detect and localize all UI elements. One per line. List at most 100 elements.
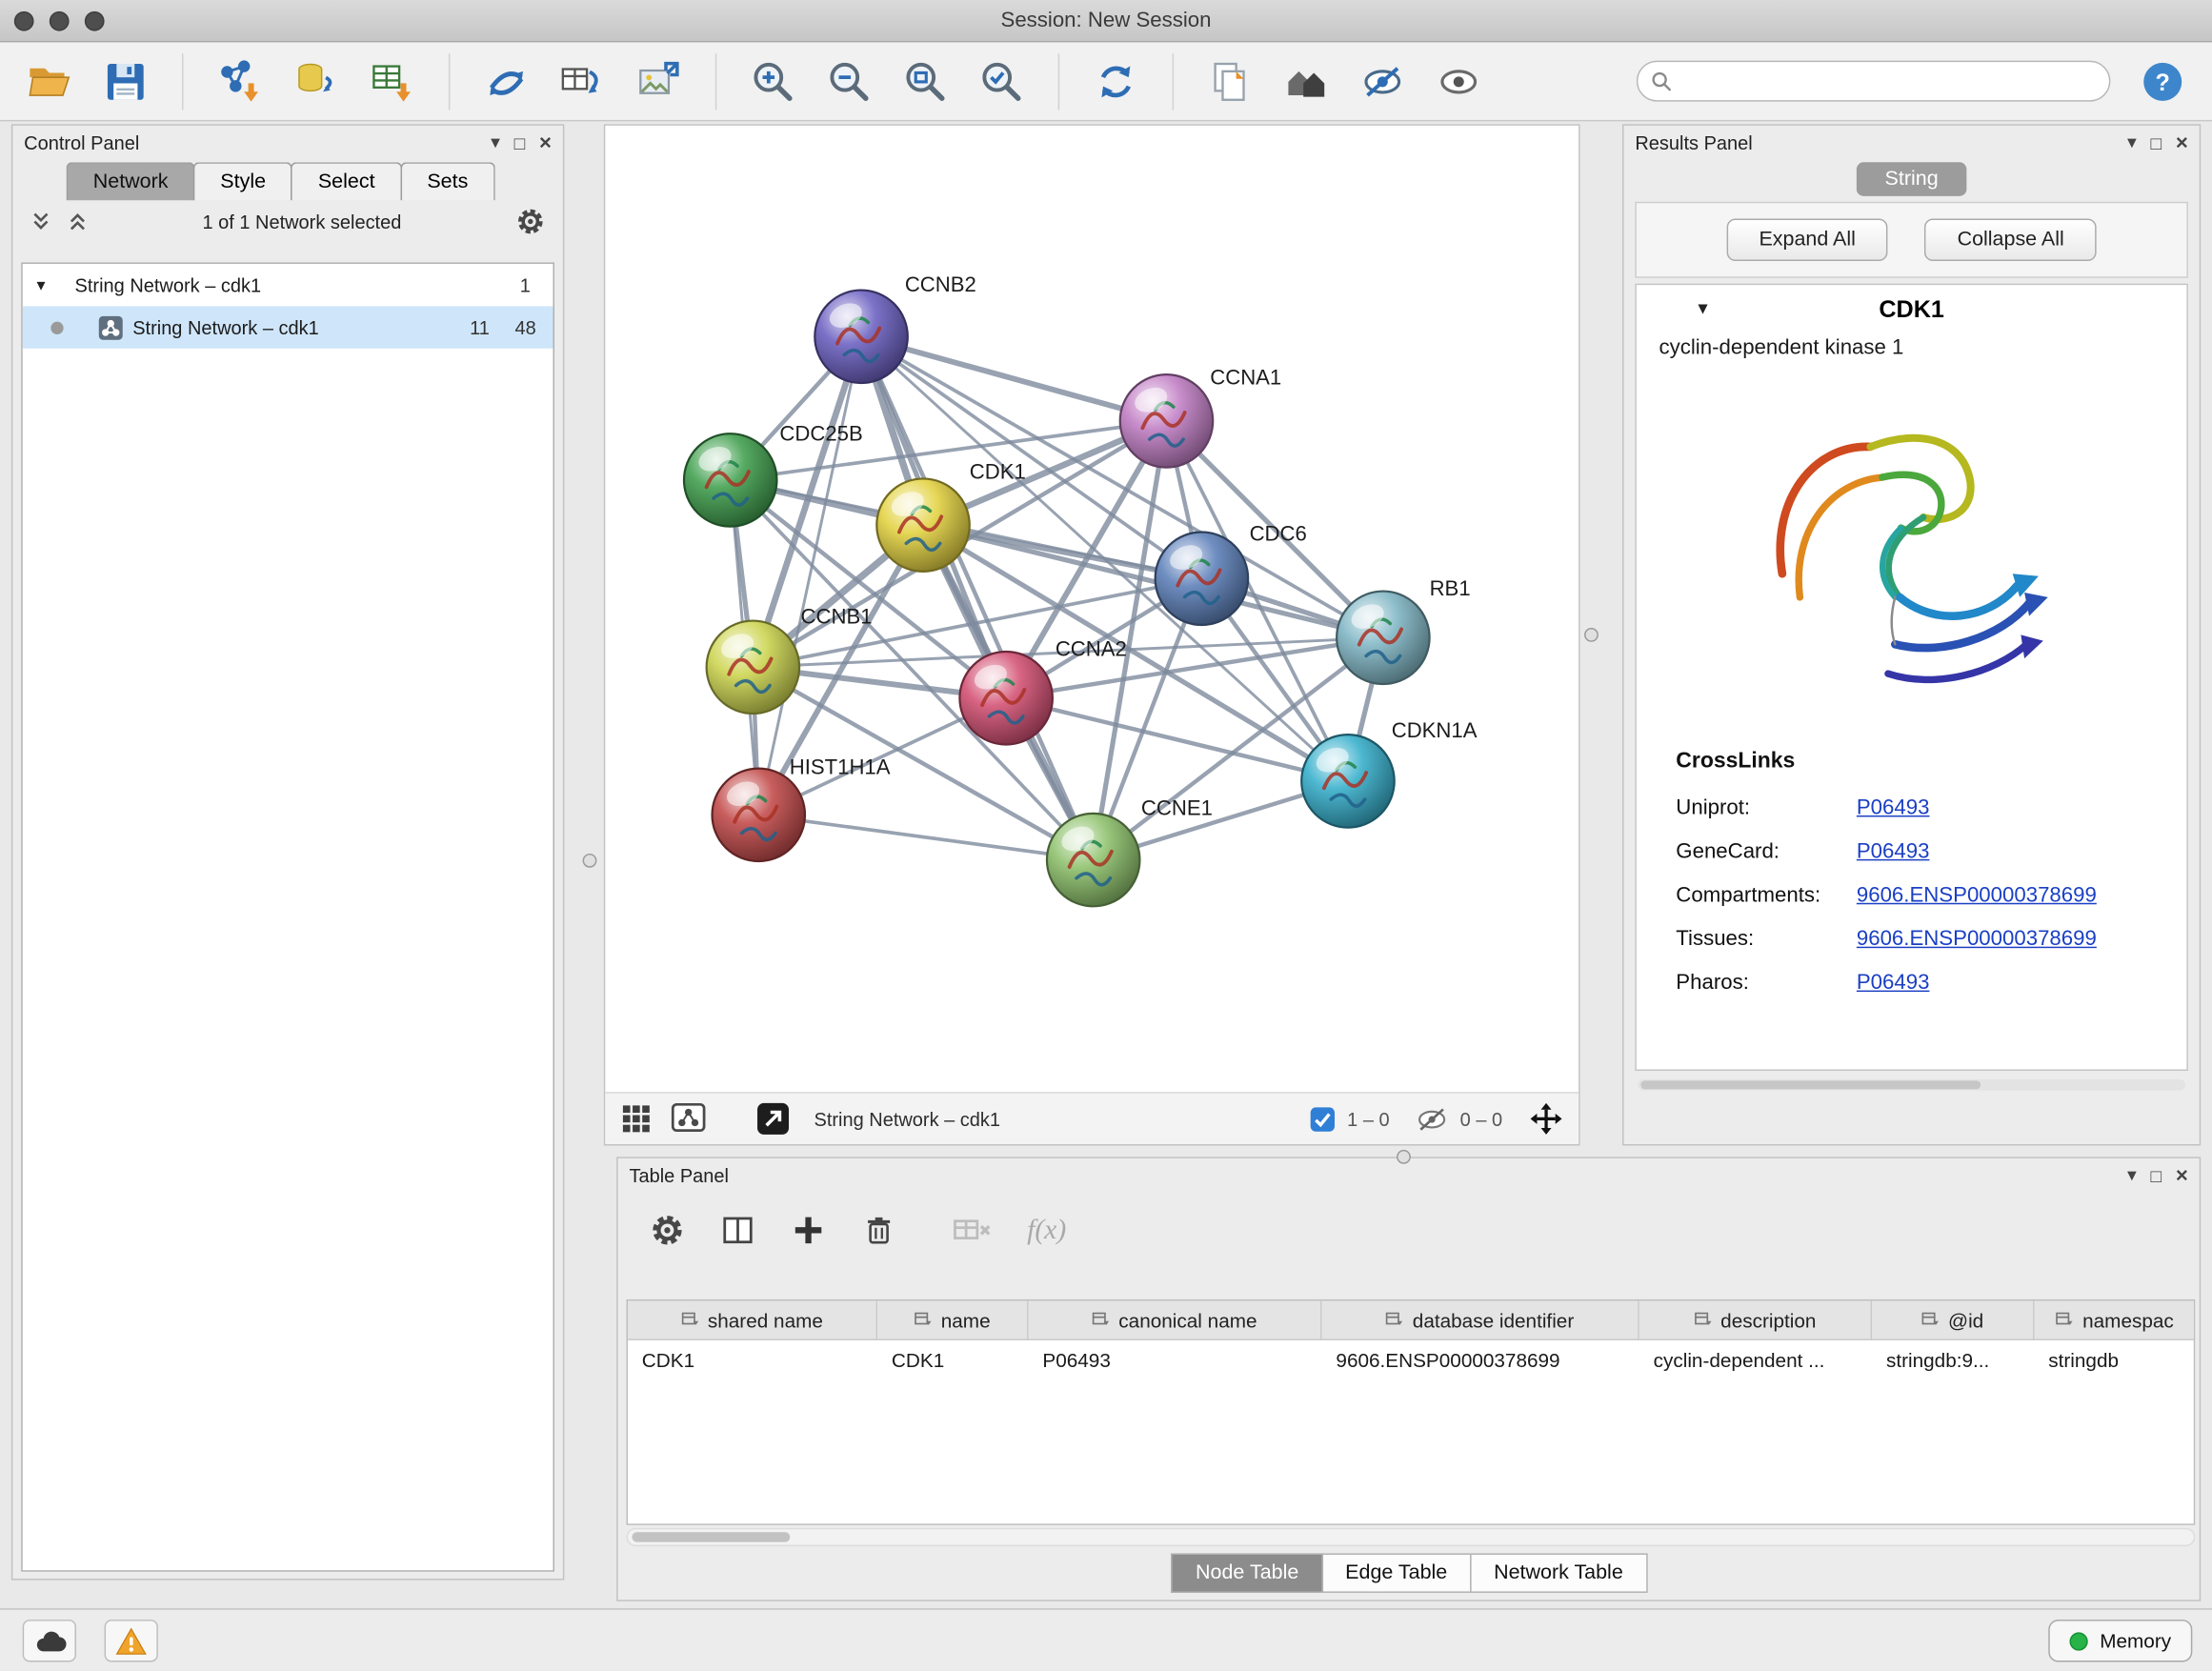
crosslink-row: Tissues: 9606.ENSP00000378699 bbox=[1676, 917, 2186, 961]
save-session-button[interactable] bbox=[93, 49, 158, 113]
show-columns-icon[interactable] bbox=[719, 1212, 756, 1249]
network-node-CCNA1[interactable]: CCNA1 bbox=[1120, 365, 1282, 467]
splitter-handle-right[interactable] bbox=[1584, 628, 1599, 642]
minimize-window-button[interactable] bbox=[50, 11, 70, 31]
selected-checkbox-icon[interactable] bbox=[1309, 1105, 1336, 1132]
import-network-file-button[interactable] bbox=[208, 49, 272, 113]
table-horizontal-scrollbar[interactable] bbox=[627, 1528, 2196, 1546]
gene-expander-icon[interactable]: ▾ bbox=[1699, 297, 1707, 317]
results-panel-title: Results Panel bbox=[1635, 131, 1752, 152]
hidden-eye-slash-icon[interactable] bbox=[1415, 1105, 1449, 1132]
column-header-icon bbox=[915, 1311, 933, 1329]
network-node-CDK1[interactable]: CDK1 bbox=[876, 459, 1025, 571]
expand-all-chevrons-icon[interactable] bbox=[30, 211, 52, 233]
network-edge[interactable] bbox=[861, 336, 1094, 859]
column-header[interactable]: name bbox=[877, 1300, 1028, 1339]
genecard-link[interactable]: P06493 bbox=[1857, 839, 1930, 863]
export-view-icon[interactable] bbox=[754, 1100, 792, 1137]
uniprot-link[interactable]: P06493 bbox=[1857, 795, 1930, 819]
float-panel-icon[interactable]: □ bbox=[2150, 131, 2162, 152]
table-row[interactable]: CDK1 CDK1 P06493 9606.ENSP00000378699 cy… bbox=[628, 1340, 2194, 1379]
collapse-panel-icon[interactable]: ▾ bbox=[2127, 131, 2137, 154]
tab-string[interactable]: String bbox=[1857, 162, 1966, 196]
column-header[interactable]: namespac bbox=[2034, 1300, 2195, 1339]
zoom-selected-button[interactable] bbox=[969, 49, 1034, 113]
table-settings-gear-icon[interactable] bbox=[649, 1212, 686, 1249]
expand-all-button[interactable]: Expand All bbox=[1726, 219, 1888, 261]
collapse-all-chevrons-icon[interactable] bbox=[67, 211, 90, 233]
column-header[interactable]: @id bbox=[1872, 1300, 2034, 1339]
apply-layout-button[interactable] bbox=[474, 49, 539, 113]
tab-node-table[interactable]: Node Table bbox=[1172, 1553, 1323, 1592]
birdseye-view-icon[interactable] bbox=[670, 1102, 707, 1137]
zoom-in-button[interactable] bbox=[740, 49, 805, 113]
tab-style[interactable]: Style bbox=[193, 162, 292, 200]
close-panel-icon[interactable]: × bbox=[2176, 1163, 2188, 1187]
float-panel-icon[interactable]: □ bbox=[2150, 1164, 2162, 1185]
collapse-panel-icon[interactable]: ▾ bbox=[2127, 1164, 2137, 1187]
open-session-button[interactable] bbox=[17, 49, 82, 113]
warnings-button[interactable] bbox=[105, 1620, 158, 1661]
float-panel-icon[interactable]: □ bbox=[514, 131, 526, 152]
import-table-file-button[interactable] bbox=[360, 49, 425, 113]
zoom-out-button[interactable] bbox=[816, 49, 881, 113]
delete-column-trash-icon[interactable] bbox=[860, 1212, 897, 1249]
homes-button[interactable] bbox=[1274, 49, 1338, 113]
grid-mode-icon[interactable] bbox=[619, 1102, 654, 1137]
network-edge[interactable] bbox=[758, 815, 1093, 859]
tab-select[interactable]: Select bbox=[292, 162, 402, 200]
search-input[interactable] bbox=[1681, 70, 2096, 92]
network-graph[interactable]: CCNB2CCNA1CDC25BCDK1CDC6RB1CCNB1CCNA2CDK… bbox=[605, 126, 1579, 1092]
memory-button[interactable]: Memory bbox=[2049, 1620, 2192, 1661]
network-collection-row[interactable]: ▾ String Network – cdk1 1 bbox=[23, 264, 553, 306]
main-toolbar: ? bbox=[0, 42, 2212, 121]
tab-edge-table[interactable]: Edge Table bbox=[1321, 1553, 1471, 1592]
pharos-link[interactable]: P06493 bbox=[1857, 971, 1930, 995]
close-panel-icon[interactable]: × bbox=[2176, 131, 2188, 154]
column-header[interactable]: canonical name bbox=[1029, 1300, 1322, 1339]
add-column-plus-icon[interactable] bbox=[790, 1212, 827, 1249]
refresh-network-button[interactable] bbox=[1083, 49, 1148, 113]
search-icon bbox=[1651, 70, 1674, 92]
tab-network-table[interactable]: Network Table bbox=[1470, 1553, 1647, 1592]
network-row[interactable]: String Network – cdk1 11 48 bbox=[23, 306, 553, 348]
network-edge[interactable] bbox=[758, 336, 861, 815]
show-all-button[interactable] bbox=[1426, 49, 1491, 113]
pan-crosshair-icon[interactable] bbox=[1528, 1100, 1565, 1137]
splitter-handle-left[interactable] bbox=[583, 854, 597, 868]
network-canvas[interactable]: CCNB2CCNA1CDC25BCDK1CDC6RB1CCNB1CCNA2CDK… bbox=[605, 126, 1579, 1092]
network-node-CDKN1A[interactable]: CDKN1A bbox=[1301, 718, 1477, 828]
tab-sets[interactable]: Sets bbox=[400, 162, 494, 200]
network-node-RB1[interactable]: RB1 bbox=[1337, 576, 1471, 684]
network-node-CCNB2[interactable]: CCNB2 bbox=[814, 272, 976, 383]
network-node-CDC6[interactable]: CDC6 bbox=[1156, 521, 1307, 625]
gear-icon[interactable] bbox=[515, 206, 547, 237]
splitter-handle-bottom[interactable] bbox=[1397, 1150, 1411, 1164]
tab-network[interactable]: Network bbox=[67, 162, 195, 200]
network-node-CDC25B[interactable]: CDC25B bbox=[684, 422, 863, 527]
cloud-status-button[interactable] bbox=[23, 1620, 76, 1661]
maximize-window-button[interactable] bbox=[85, 11, 105, 31]
column-header[interactable]: database identifier bbox=[1322, 1300, 1639, 1339]
network-app-icon bbox=[99, 315, 123, 339]
duplicate-page-button[interactable] bbox=[1197, 49, 1262, 113]
tissues-link[interactable]: 9606.ENSP00000378699 bbox=[1857, 927, 2097, 951]
collapse-all-button[interactable]: Collapse All bbox=[1925, 219, 2097, 261]
column-header[interactable]: description bbox=[1639, 1300, 1872, 1339]
column-header[interactable]: shared name bbox=[628, 1300, 877, 1339]
close-window-button[interactable] bbox=[14, 11, 34, 31]
import-network-database-button[interactable] bbox=[284, 49, 349, 113]
results-scrollbar[interactable] bbox=[1638, 1079, 2185, 1091]
compartments-link[interactable]: 9606.ENSP00000378699 bbox=[1857, 883, 2097, 907]
close-panel-icon[interactable]: × bbox=[539, 131, 552, 154]
clear-table-icon bbox=[951, 1212, 993, 1249]
tree-expander-icon[interactable]: ▾ bbox=[37, 275, 46, 295]
help-button[interactable]: ? bbox=[2130, 49, 2195, 113]
attach-table-button[interactable] bbox=[551, 49, 615, 113]
collapse-panel-icon[interactable]: ▾ bbox=[491, 131, 500, 154]
hide-selected-button[interactable] bbox=[1350, 49, 1415, 113]
zoom-fit-button[interactable] bbox=[893, 49, 957, 113]
network-node-HIST1H1A[interactable]: HIST1H1A bbox=[713, 755, 891, 862]
export-image-button[interactable] bbox=[627, 49, 692, 113]
crosslinks-section: CrossLinks Uniprot: P06493 GeneCard: P06… bbox=[1637, 727, 2187, 1005]
